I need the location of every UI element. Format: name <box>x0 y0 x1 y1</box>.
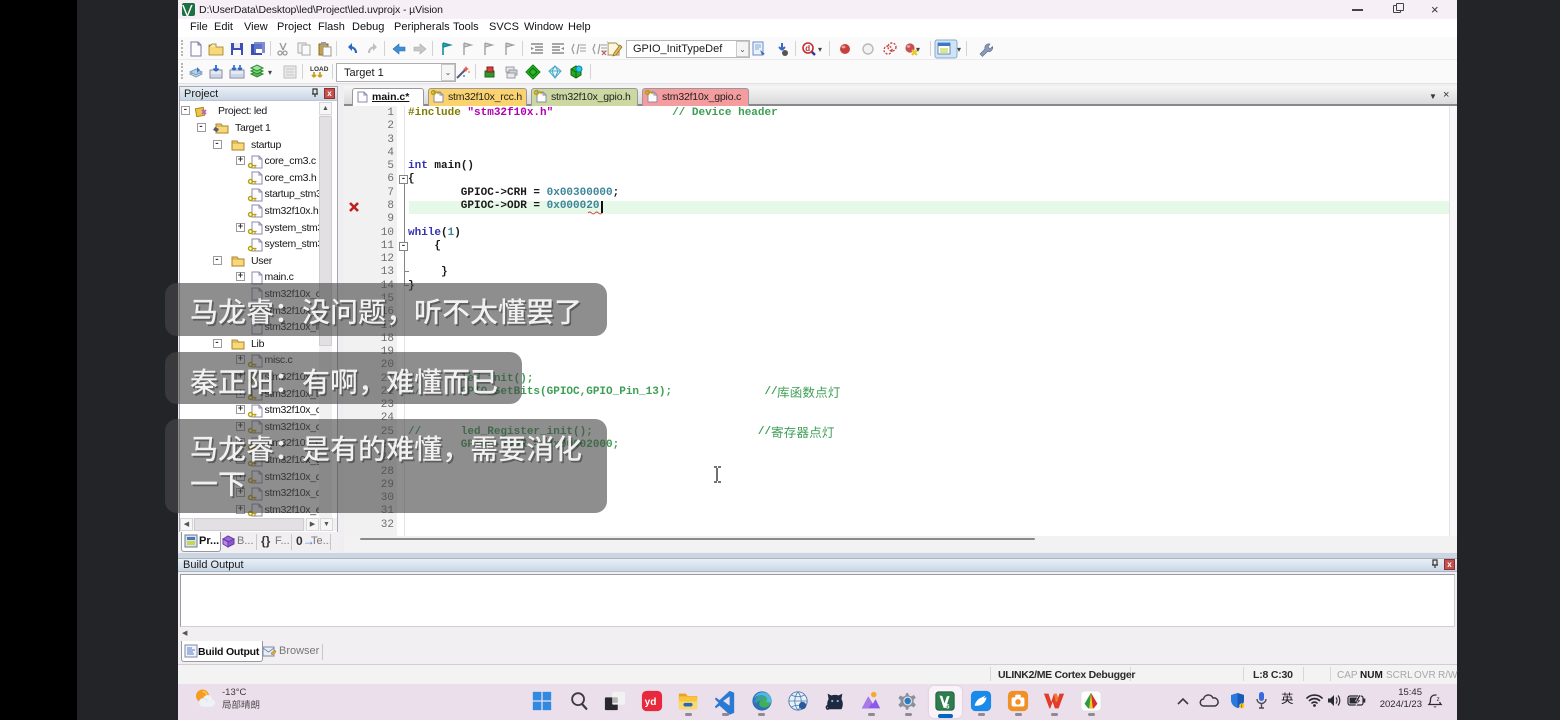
svg-text:d: d <box>805 44 810 53</box>
svg-text:yd: yd <box>645 697 657 708</box>
svg-text:5: 5 <box>946 703 950 710</box>
svg-text:LOAD: LOAD <box>310 66 329 73</box>
svg-text:z: z <box>1437 696 1440 703</box>
